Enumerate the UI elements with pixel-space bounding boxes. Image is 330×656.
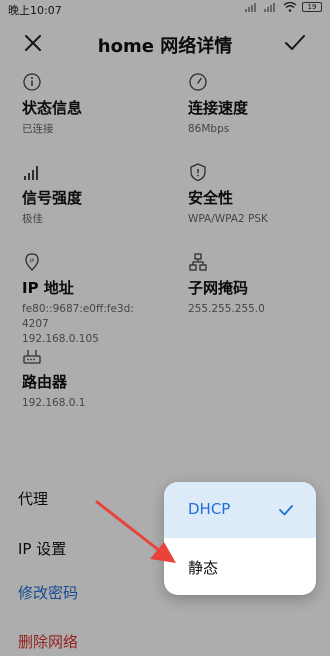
- ip-settings-popup: DHCP 静态: [164, 482, 316, 595]
- option-static[interactable]: 静态: [164, 539, 316, 595]
- option-dhcp[interactable]: DHCP: [164, 482, 316, 538]
- option-label: 静态: [188, 559, 219, 577]
- selected-check-icon: [279, 505, 293, 516]
- option-label: DHCP: [188, 500, 231, 518]
